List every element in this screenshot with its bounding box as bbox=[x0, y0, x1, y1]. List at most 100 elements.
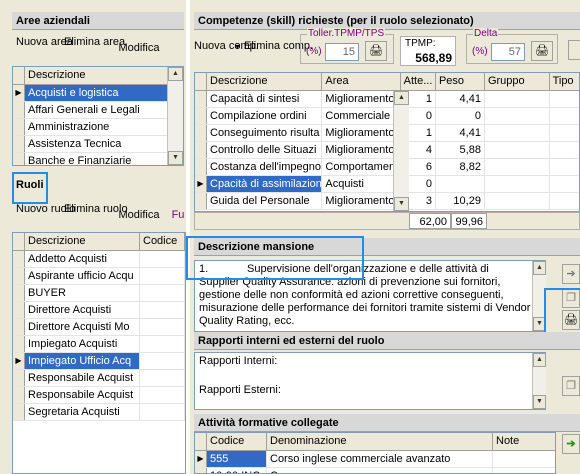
row-pointer-icon[interactable]: ▶ bbox=[13, 85, 25, 101]
row-indicator[interactable] bbox=[195, 125, 207, 141]
rapporti-textarea[interactable]: Rapporti Interni: Rapporti Esterni: bbox=[194, 352, 546, 410]
row-indicator[interactable] bbox=[195, 159, 207, 175]
table-row[interactable]: Capacità di sintesi Miglioramento 1 4,41 bbox=[195, 91, 579, 108]
column-header-descrizione[interactable]: Descrizione bbox=[25, 233, 140, 250]
list-item[interactable]: Assistenza Tecnica bbox=[13, 136, 183, 153]
rapporti-title: Rapporti interni ed esterni del ruolo bbox=[194, 332, 580, 350]
aree-grid[interactable]: Descrizione ▶ Acquisti e logistica Affari … bbox=[12, 66, 184, 166]
list-item[interactable]: Responsabile Acquist bbox=[13, 387, 185, 404]
calculator-icon[interactable]: 🖨 bbox=[365, 41, 387, 61]
export-icon[interactable] bbox=[568, 40, 580, 60]
row-indicator[interactable] bbox=[13, 136, 25, 152]
row-indicator[interactable] bbox=[195, 91, 207, 107]
add-arrow-icon[interactable]: ➔ bbox=[562, 434, 580, 454]
calculator-icon[interactable]: 🖨 bbox=[562, 310, 580, 330]
mansione-textarea[interactable]: 1. Supervisione dell'organizzazione e del… bbox=[194, 260, 546, 332]
list-item[interactable]: ▶ Acquisti e logistica bbox=[13, 85, 183, 102]
row-indicator[interactable] bbox=[13, 153, 25, 165]
list-item[interactable]: Addetto Acquisti bbox=[13, 251, 185, 268]
scroll-up-arrow-icon[interactable]: ▲ bbox=[533, 353, 546, 367]
list-item[interactable]: Aspirante ufficio Acqu bbox=[13, 268, 185, 285]
column-header-attesa[interactable]: Atte... bbox=[401, 73, 436, 90]
row-indicator[interactable] bbox=[195, 108, 207, 124]
arrow-right-icon[interactable]: ➔ bbox=[562, 264, 580, 284]
column-header-descrizione[interactable]: Descrizione bbox=[207, 73, 323, 90]
table-row[interactable]: Controllo delle Situazi Miglioramento 4 5,8… bbox=[195, 142, 579, 159]
list-item[interactable]: Segretaria Acquisti bbox=[13, 404, 185, 421]
funzioni-button[interactable]: Fu bbox=[170, 209, 186, 222]
scroll-down-arrow-icon[interactable]: ▼ bbox=[394, 197, 409, 211]
modifica-ruolo-button[interactable]: Modifica bbox=[114, 209, 164, 222]
list-item[interactable]: ▶ Impiegato Ufficio Acq bbox=[13, 353, 185, 370]
row-indicator[interactable] bbox=[13, 336, 25, 352]
table-row[interactable]: Guida del Personale Miglioramento 3 10,29 bbox=[195, 193, 579, 210]
row-indicator[interactable] bbox=[13, 268, 25, 284]
toller-input[interactable]: 15 bbox=[325, 43, 359, 61]
scroll-down-arrow-icon[interactable]: ▼ bbox=[168, 151, 183, 165]
table-cell: Compilazione ordini bbox=[207, 108, 323, 124]
scroll-down-arrow-icon[interactable]: ▼ bbox=[533, 317, 546, 331]
list-item[interactable]: Responsabile Acquist bbox=[13, 370, 185, 387]
modifica-area-button[interactable]: Modifica bbox=[114, 42, 164, 55]
list-item[interactable]: Direttore Acquisti Mo bbox=[13, 319, 185, 336]
scroll-up-arrow-icon[interactable]: ▲ bbox=[394, 91, 409, 105]
list-item[interactable]: Banche e Finanziarie bbox=[13, 153, 183, 165]
scroll-down-arrow-icon[interactable]: ▼ bbox=[533, 395, 546, 409]
column-header-gruppo[interactable]: Gruppo bbox=[485, 73, 550, 90]
rapporti-scrollbar[interactable]: ▲ ▼ bbox=[532, 353, 546, 409]
copy-icon[interactable]: ❐ bbox=[562, 376, 580, 396]
elimina-area-button[interactable]: Elimina area bbox=[64, 36, 125, 49]
column-header-tipo[interactable]: Tipo bbox=[550, 73, 579, 90]
row-pointer-icon[interactable]: ▶ bbox=[13, 353, 25, 369]
list-item[interactable]: Affari Generali e Legali bbox=[13, 102, 183, 119]
list-item[interactable]: Direttore Acquisti bbox=[13, 302, 185, 319]
scroll-up-arrow-icon[interactable]: ▲ bbox=[168, 67, 183, 81]
table-row[interactable]: Conseguimento risulta Miglioramento 1 4,41 bbox=[195, 125, 579, 142]
column-header-peso[interactable]: Peso bbox=[436, 73, 485, 90]
table-row[interactable]: ▶ 555 Corso inglese commerciale avanzato bbox=[195, 451, 555, 468]
nuova-comp-dropdown-arrow-icon[interactable]: ▼ bbox=[234, 44, 241, 51]
calculator-icon[interactable]: 🖨 bbox=[531, 41, 553, 61]
row-pointer-icon[interactable]: ▶ bbox=[195, 451, 207, 467]
competenze-scrollbar[interactable]: ▲ ▼ bbox=[393, 91, 409, 211]
scroll-up-arrow-icon[interactable]: ▲ bbox=[533, 261, 546, 275]
table-row[interactable]: 10-90 INCCorso ... bbox=[195, 468, 555, 473]
row-indicator[interactable] bbox=[13, 119, 25, 135]
elimina-ruolo-button[interactable]: Elimina ruolo bbox=[64, 203, 128, 216]
row-indicator[interactable] bbox=[13, 251, 25, 267]
row-indicator[interactable] bbox=[195, 193, 207, 209]
ruoli-grid[interactable]: Descrizione Codice Addetto Acquisti Aspir… bbox=[12, 232, 186, 474]
row-pointer-icon[interactable]: ▶ bbox=[195, 176, 207, 192]
mansione-body-text: Supplier Quality Assurance: azioni di pr… bbox=[199, 276, 531, 327]
column-header-area[interactable]: Area bbox=[322, 73, 401, 90]
formative-grid[interactable]: Codice Denominazione Note ▶ 555 Corso ingl… bbox=[194, 432, 556, 474]
column-header-codice[interactable]: Codice bbox=[207, 433, 267, 450]
elimina-comp-button[interactable]: Elimina comp. bbox=[244, 40, 313, 53]
delta-input[interactable]: 57 bbox=[491, 43, 525, 61]
row-indicator[interactable] bbox=[195, 142, 207, 158]
row-indicator[interactable] bbox=[13, 302, 25, 318]
aree-scrollbar[interactable]: ▲ ▼ bbox=[167, 67, 183, 165]
list-item[interactable]: Amministrazione bbox=[13, 119, 183, 136]
row-indicator[interactable] bbox=[195, 468, 207, 473]
nuova-area-button[interactable]: Nuova area bbox=[16, 36, 73, 49]
table-row[interactable]: ▶ Cpacità di assimilazion Acquisti 0 bbox=[195, 176, 579, 193]
list-item[interactable]: BUYER bbox=[13, 285, 185, 302]
competenze-grid[interactable]: Descrizione Area Atte... Peso Gruppo Tip… bbox=[194, 72, 580, 212]
list-item[interactable]: Impiegato Acquisti bbox=[13, 336, 185, 353]
row-indicator[interactable] bbox=[13, 102, 25, 118]
nuovo-ruolo-button[interactable]: Nuovo ruolo bbox=[16, 203, 75, 216]
column-header-codice[interactable]: Codice bbox=[140, 233, 185, 250]
table-row[interactable]: Costanza dell'impegno Comportament 6 8,82 bbox=[195, 159, 579, 176]
table-row[interactable]: Compilazione ordini Commerciale 0 0 bbox=[195, 108, 579, 125]
mansione-scrollbar[interactable]: ▲ ▼ bbox=[532, 261, 546, 331]
row-indicator[interactable] bbox=[13, 404, 25, 420]
column-header-descrizione[interactable]: Descrizione bbox=[25, 67, 167, 84]
row-indicator[interactable] bbox=[13, 319, 25, 335]
column-header-note[interactable]: Note bbox=[493, 433, 555, 450]
row-indicator[interactable] bbox=[13, 387, 25, 403]
row-indicator[interactable] bbox=[13, 370, 25, 386]
column-header-denominazione[interactable]: Denominazione bbox=[267, 433, 493, 450]
copy-icon[interactable]: ❐ bbox=[562, 288, 580, 308]
row-indicator[interactable] bbox=[13, 285, 25, 301]
